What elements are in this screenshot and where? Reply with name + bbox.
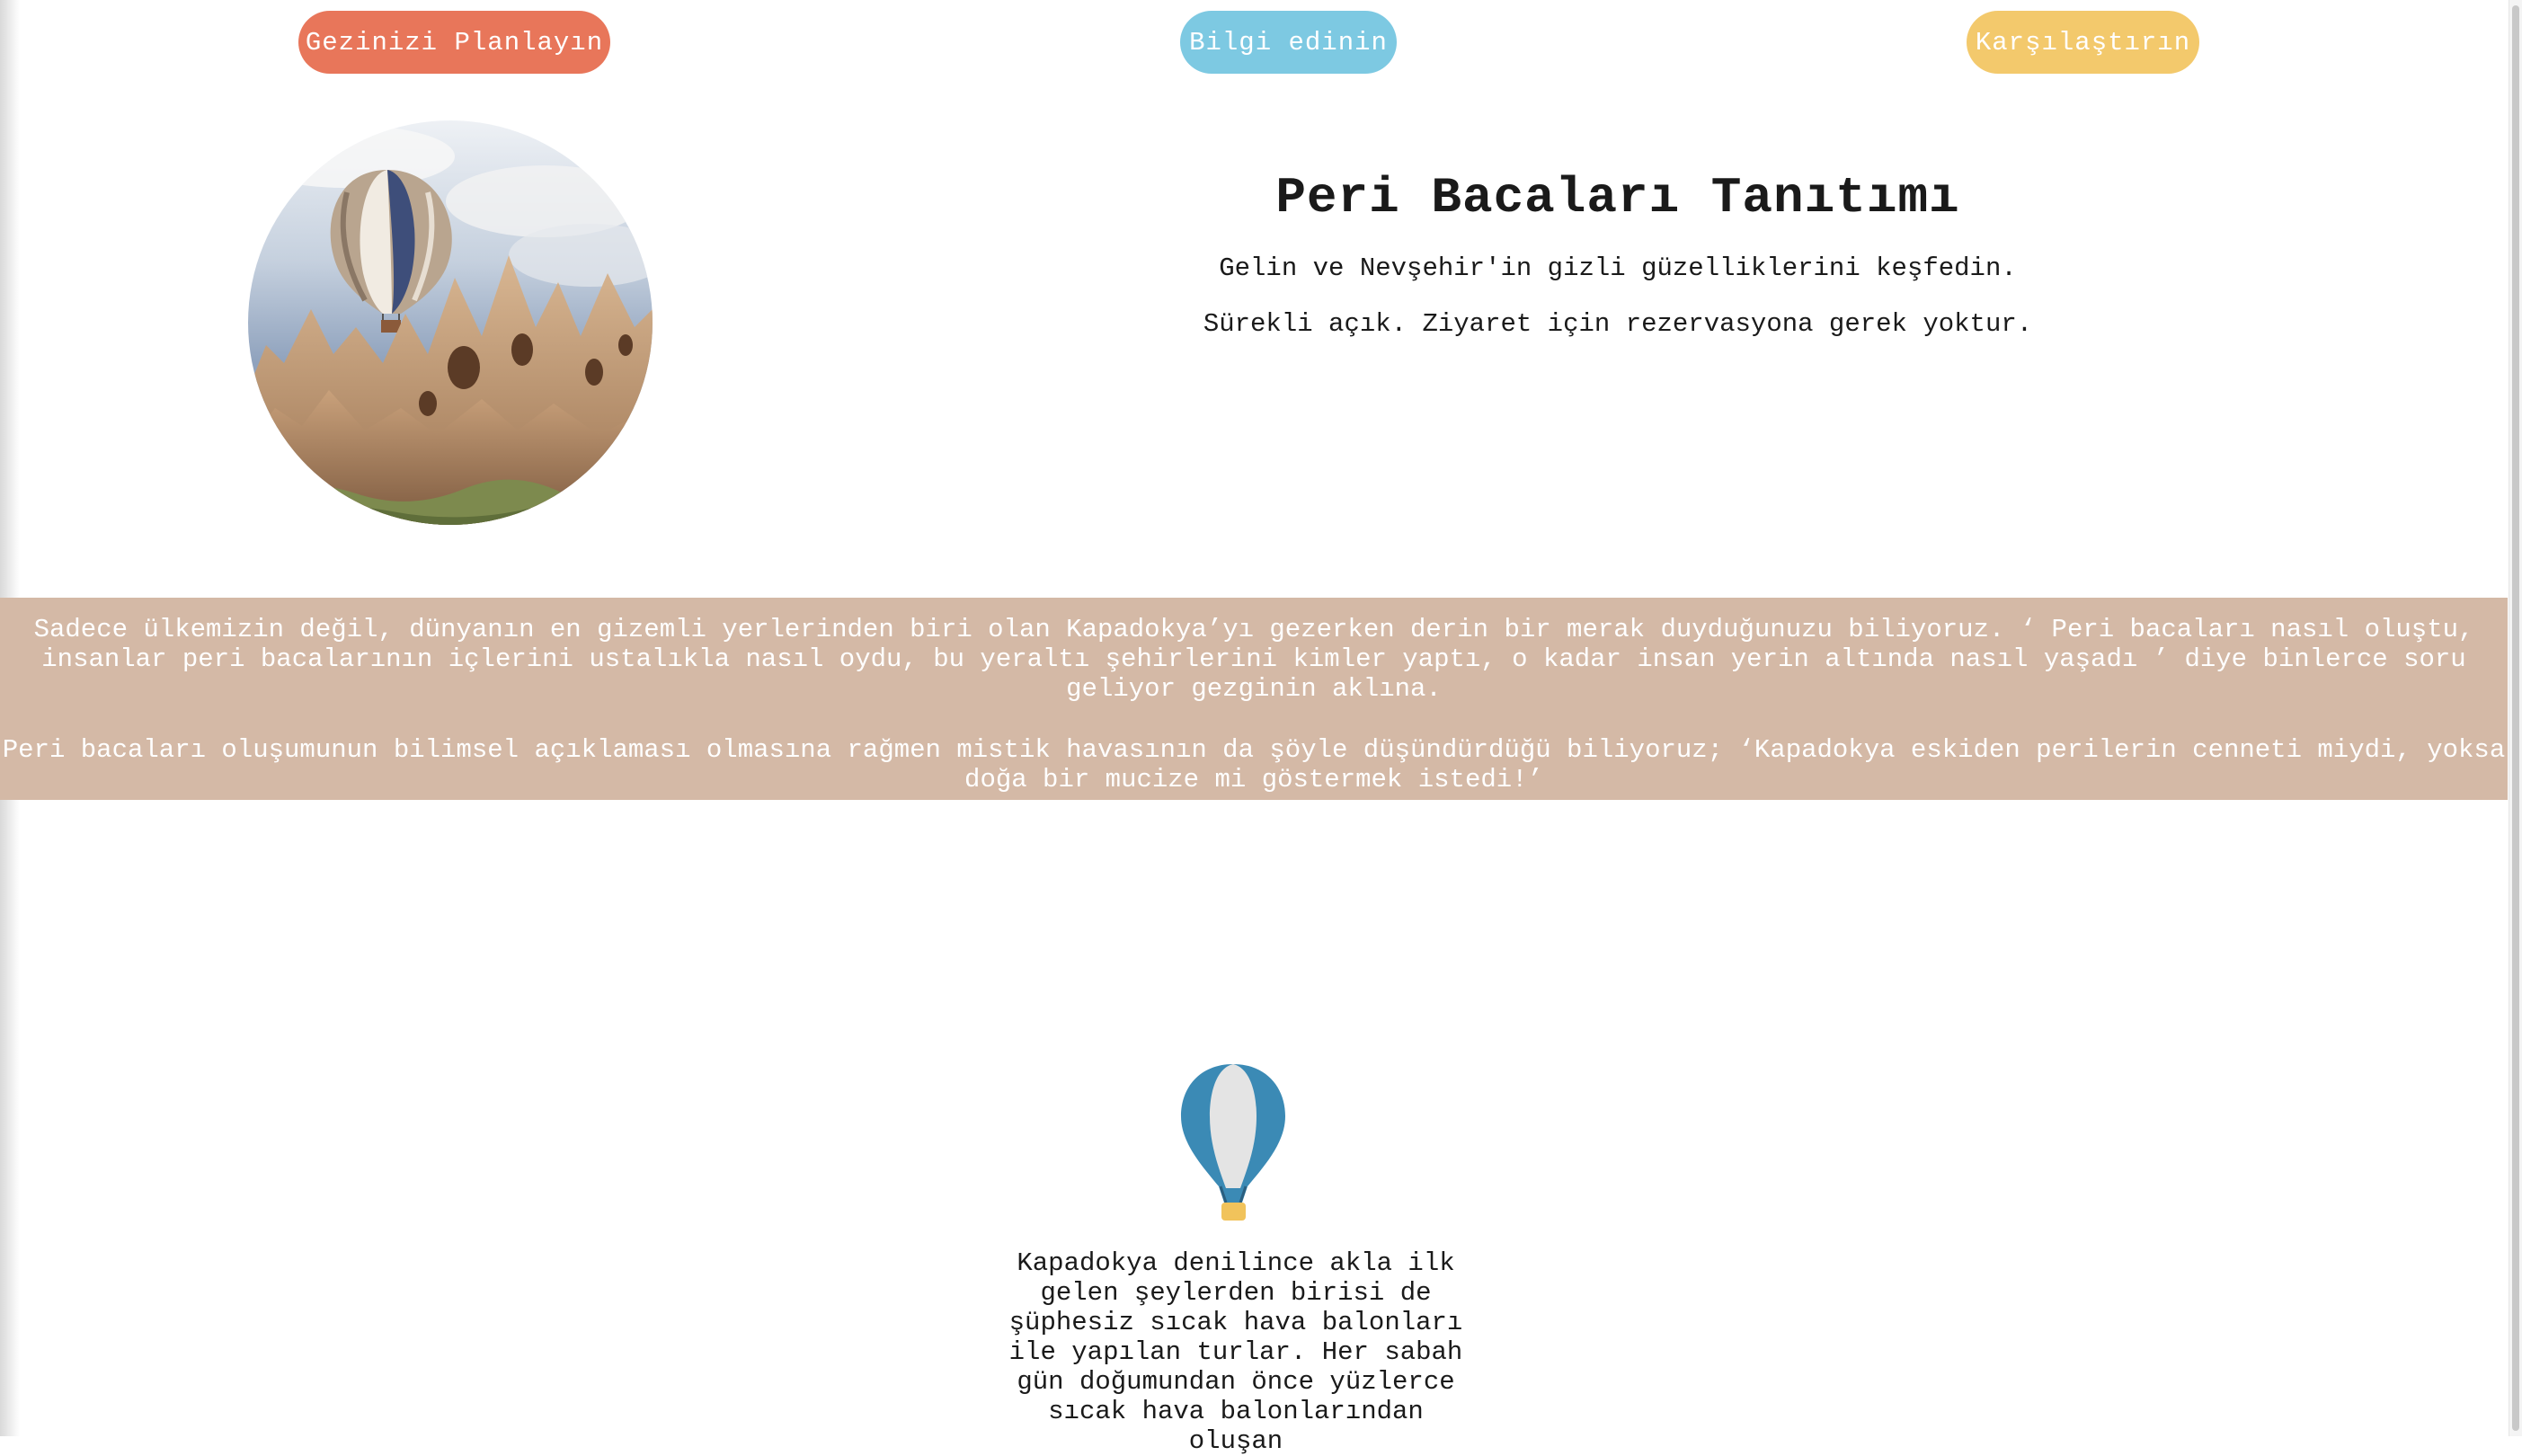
plan-trip-button[interactable]: Gezinizi Planlayın xyxy=(298,11,610,74)
vertical-scrollbar[interactable] xyxy=(2509,0,2522,1436)
compare-button[interactable]: Karşılaştırın xyxy=(1967,11,2199,74)
opening-hours-note: Sürekli açık. Ziyaret için rezervasyona … xyxy=(1203,309,2033,339)
intro-paragraph-2: Peri bacaları oluşumunun bilimsel açıkla… xyxy=(2,735,2506,795)
intro-section: Sadece ülkemizin değil, dünyanın en gize… xyxy=(0,598,2508,800)
cappadocia-photo xyxy=(248,120,653,525)
intro-paragraph-1: Sadece ülkemizin değil, dünyanın en gize… xyxy=(33,615,2474,704)
page-subtitle: Gelin ve Nevşehir'in gizli güzelliklerin… xyxy=(1219,253,2017,283)
balloon-tours-text: Kapadokya denilince akla ilk gelen şeyle… xyxy=(1008,1248,1463,1456)
fairy-chimneys-image xyxy=(248,120,653,525)
page-title: Peri Bacaları Tanıtımı xyxy=(1275,169,1960,226)
learn-more-button[interactable]: Bilgi edinin xyxy=(1180,11,1397,74)
scrollbar-thumb[interactable] xyxy=(2512,5,2519,1431)
hot-air-balloon-icon xyxy=(1177,1061,1290,1227)
